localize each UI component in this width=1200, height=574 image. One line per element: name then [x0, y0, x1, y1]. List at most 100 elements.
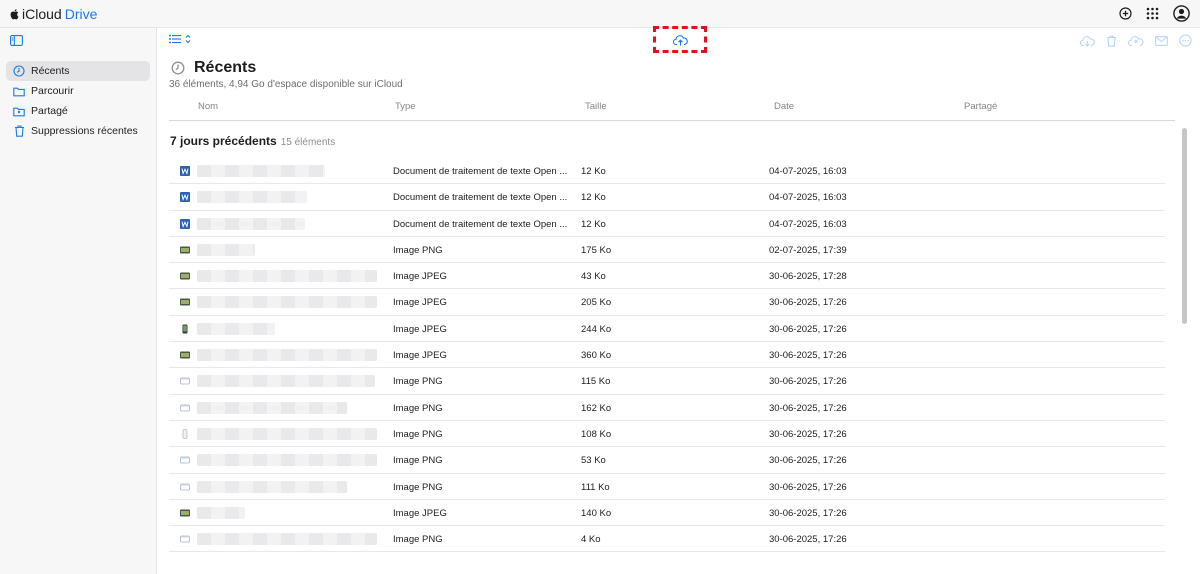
app-grid-icon[interactable] [1146, 7, 1159, 20]
file-date: 30-06-2025, 17:26 [769, 323, 847, 335]
file-size: 244 Ko [581, 323, 612, 335]
file-type: Image JPEG [393, 350, 447, 362]
file-date: 30-06-2025, 17:26 [769, 428, 847, 440]
cloud-download-icon[interactable] [1080, 35, 1095, 47]
file-name-redacted [197, 427, 377, 440]
upload-button-highlight[interactable] [653, 26, 707, 53]
image-file-icon [180, 297, 190, 307]
file-name-redacted [197, 375, 375, 388]
file-row[interactable]: Document de traitement de texte Open ...… [169, 211, 1165, 237]
file-row[interactable]: Image JPEG 244 Ko 30-06-2025, 17:26 [169, 316, 1165, 343]
file-date: 30-06-2025, 17:28 [769, 271, 847, 283]
file-size: 111 Ko [581, 481, 610, 493]
file-name-redacted [197, 480, 347, 493]
view-options-button[interactable] [169, 34, 191, 44]
file-type: Image JPEG [393, 297, 447, 309]
file-date: 30-06-2025, 17:26 [769, 297, 847, 309]
file-size: 4 Ko [581, 534, 601, 546]
file-type: Document de traitement de texte Open ... [393, 192, 568, 204]
image-file-icon [180, 376, 190, 386]
file-date: 30-06-2025, 17:26 [769, 455, 847, 467]
main-content: Récents 36 éléments, 4,94 Go d'espace di… [157, 26, 1200, 574]
file-row[interactable]: Image PNG 175 Ko 02-07-2025, 17:39 [169, 237, 1165, 264]
sidebar-toggle-icon[interactable] [10, 35, 23, 46]
column-header-date[interactable]: Date [774, 101, 794, 112]
mail-icon[interactable] [1155, 35, 1168, 46]
image-file-icon [180, 429, 190, 439]
column-header-shared[interactable]: Partagé [964, 101, 997, 112]
sidebar-item-label: Parcourir [31, 85, 74, 97]
delete-icon[interactable] [1106, 34, 1117, 47]
sidebar-item-label: Récents [31, 65, 70, 77]
image-file-icon [180, 482, 190, 492]
file-date: 04-07-2025, 16:03 [769, 192, 847, 204]
sidebar-item-suppressions[interactable]: Suppressions récentes [6, 121, 150, 141]
file-row[interactable]: Image PNG 53 Ko 30-06-2025, 17:26 [169, 447, 1165, 474]
add-icon[interactable] [1119, 7, 1132, 20]
sidebar-item-label: Suppressions récentes [31, 125, 138, 137]
file-date: 04-07-2025, 16:03 [769, 218, 847, 230]
file-row[interactable]: Image JPEG 360 Ko 30-06-2025, 17:26 [169, 342, 1165, 369]
scrollbar[interactable] [1182, 128, 1187, 324]
file-row[interactable]: Document de traitement de texte Open ...… [169, 184, 1165, 211]
file-row[interactable]: Image PNG 162 Ko 30-06-2025, 17:26 [169, 395, 1165, 421]
file-name-redacted [197, 296, 377, 309]
column-header-size[interactable]: Taille [585, 101, 607, 112]
app-logo[interactable]: iCloud Drive [10, 6, 97, 22]
shared-folder-icon [13, 105, 25, 117]
file-date: 04-07-2025, 16:03 [769, 166, 847, 177]
chevron-up-down-icon [185, 34, 191, 44]
section-count: 15 éléments [280, 137, 336, 148]
folder-icon [13, 85, 25, 97]
file-name-redacted [197, 270, 377, 283]
file-row[interactable]: Image PNG 4 Ko 30-06-2025, 17:26 [169, 526, 1165, 553]
word-document-icon [180, 166, 190, 176]
file-name-redacted [197, 533, 377, 546]
more-options-icon[interactable] [1179, 34, 1192, 47]
file-date: 30-06-2025, 17:26 [769, 376, 847, 388]
image-file-icon [180, 271, 190, 281]
file-type: Image PNG [393, 244, 443, 256]
column-headers: Nom Type Taille Date Partagé [169, 98, 1175, 121]
sidebar-item-recents[interactable]: Récents [6, 61, 150, 81]
file-row[interactable]: Image JPEG 43 Ko 30-06-2025, 17:28 [169, 263, 1165, 290]
file-name-redacted [197, 243, 255, 256]
file-size: 140 Ko [581, 507, 612, 519]
clock-icon [13, 65, 25, 77]
image-file-icon [180, 350, 190, 360]
file-size: 12 Ko [581, 218, 606, 230]
file-size: 162 Ko [581, 402, 612, 414]
account-icon[interactable] [1173, 5, 1190, 22]
file-date: 30-06-2025, 17:26 [769, 507, 847, 519]
file-row[interactable]: Image PNG 115 Ko 30-06-2025, 17:26 [169, 368, 1165, 395]
file-size: 43 Ko [581, 271, 606, 283]
file-name-redacted [197, 506, 245, 519]
file-type: Image JPEG [393, 323, 447, 335]
image-file-icon [180, 455, 190, 465]
share-user-icon[interactable] [1128, 35, 1144, 47]
file-date: 02-07-2025, 17:39 [769, 244, 847, 256]
file-name-redacted [197, 454, 377, 467]
column-header-name[interactable]: Nom [198, 101, 218, 112]
file-row[interactable]: Image PNG 111 Ko 30-06-2025, 17:26 [169, 474, 1165, 500]
top-bar: iCloud Drive [0, 0, 1200, 28]
file-row[interactable]: Image JPEG 205 Ko 30-06-2025, 17:26 [169, 289, 1165, 316]
trash-icon [13, 125, 25, 137]
file-type: Document de traitement de texte Open ... [393, 166, 568, 177]
file-name-redacted [197, 165, 325, 177]
brand-drive: Drive [64, 6, 98, 22]
section-title: 7 jours précédents [170, 134, 277, 148]
file-size: 108 Ko [581, 428, 612, 440]
file-size: 12 Ko [581, 166, 606, 177]
file-row[interactable]: Document de traitement de texte Open ...… [169, 158, 1165, 185]
file-row[interactable]: Image PNG 108 Ko 30-06-2025, 17:26 [169, 421, 1165, 448]
sidebar-item-parcourir[interactable]: Parcourir [6, 81, 150, 101]
sidebar-item-label: Partagé [31, 105, 68, 117]
column-header-type[interactable]: Type [395, 101, 416, 112]
file-type: Document de traitement de texte Open ... [393, 218, 568, 230]
file-row[interactable]: Image JPEG 140 Ko 30-06-2025, 17:26 [169, 500, 1165, 527]
image-file-icon [180, 324, 190, 334]
sidebar-item-partage[interactable]: Partagé [6, 101, 150, 121]
image-file-icon [180, 245, 190, 255]
file-size: 115 Ko [581, 376, 611, 388]
